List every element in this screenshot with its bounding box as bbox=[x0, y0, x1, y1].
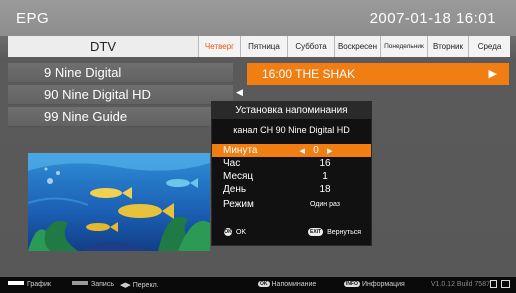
record-hint: Запись bbox=[72, 281, 114, 288]
schedule-hint: График bbox=[8, 281, 51, 288]
date-time: 2007-01-18 16:01 bbox=[369, 10, 496, 27]
tab-wednesday[interactable]: Среда bbox=[468, 36, 510, 57]
channel-preview-image bbox=[28, 153, 210, 251]
underwater-fish-image bbox=[28, 153, 210, 251]
white-key-icon bbox=[8, 281, 24, 285]
program-label: 16:00 THE SHAK bbox=[262, 67, 356, 81]
mode-label: Режим bbox=[223, 199, 254, 210]
decrement-icon[interactable]: ◀ bbox=[299, 148, 304, 155]
channel-item[interactable]: 9 Nine Digital bbox=[8, 63, 233, 83]
epg-screen: { "header": { "title": "EPG", "datetime"… bbox=[0, 0, 516, 293]
tab-sunday[interactable]: Воскресен bbox=[334, 36, 380, 57]
reminder-hint: OK Напоминание bbox=[258, 281, 317, 288]
day-value: 18 bbox=[319, 184, 331, 195]
day-row[interactable]: День 18 bbox=[212, 183, 371, 196]
channel-item[interactable]: 99 Nine Guide bbox=[8, 107, 233, 127]
dialog-channel-line: канал CH 90 Nine Digital HD bbox=[233, 125, 350, 135]
ok-button[interactable]: OK OK bbox=[224, 228, 246, 236]
exit-key-icon: EXIT bbox=[308, 228, 324, 236]
ok-label: OK bbox=[235, 229, 247, 236]
top-header: EPG 2007-01-18 16:01 bbox=[0, 0, 516, 36]
status-icons bbox=[488, 280, 510, 290]
minute-row[interactable]: Минута ◀ 0 ▶ bbox=[212, 144, 371, 157]
ok-key-icon: OK bbox=[224, 228, 232, 236]
month-label: Месяц bbox=[223, 171, 254, 182]
channel-item[interactable]: 90 Nine Digital HD bbox=[8, 85, 233, 105]
mode-row[interactable]: Режим Один раз bbox=[212, 198, 371, 211]
left-right-arrows-icon: ◀▶ bbox=[120, 282, 131, 289]
mode-value: Один раз bbox=[309, 201, 340, 208]
hour-value: 16 bbox=[319, 158, 331, 169]
reminder-dialog: Установка напоминания канал CH 90 Nine D… bbox=[211, 101, 372, 246]
lock-icon bbox=[490, 280, 498, 288]
back-label: Вернуться bbox=[327, 229, 362, 236]
tab-monday[interactable]: Понедельник bbox=[380, 36, 427, 57]
back-button[interactable]: EXIT Вернуться bbox=[308, 228, 361, 236]
month-value: 1 bbox=[322, 171, 328, 182]
minute-value: 0 bbox=[313, 145, 319, 156]
hour-label: Час bbox=[223, 158, 241, 169]
increment-icon[interactable]: ▶ bbox=[327, 148, 332, 155]
ok-key-icon: OK bbox=[258, 281, 270, 287]
tab-tuesday[interactable]: Вторник bbox=[427, 36, 468, 57]
arrow-left-icon: ◀ bbox=[236, 87, 243, 97]
page-title: EPG bbox=[16, 10, 50, 27]
program-item[interactable]: 16:00 THE SHAK ▶ bbox=[247, 63, 509, 85]
arrow-right-icon: ▶ bbox=[488, 68, 497, 80]
bottom-hint-bar: График Запись ◀▶ Перекл. OK Напоминание I… bbox=[0, 277, 516, 293]
month-row[interactable]: Месяц 1 bbox=[212, 170, 371, 183]
day-tab-row: DTV Четверг Пятница Суббота Воскресен По… bbox=[8, 36, 510, 57]
tab-saturday[interactable]: Суббота bbox=[287, 36, 334, 57]
tab-thursday[interactable]: Четверг bbox=[198, 36, 240, 57]
info-hint: INFO Информация bbox=[344, 281, 405, 288]
subtitle-icon bbox=[501, 280, 510, 288]
minute-stepper[interactable]: ◀ 0 ▶ bbox=[274, 144, 358, 158]
tab-friday[interactable]: Пятница bbox=[240, 36, 287, 57]
hour-row[interactable]: Час 16 bbox=[212, 157, 371, 170]
switch-hint: ◀▶ Перекл. bbox=[120, 282, 159, 289]
dialog-title: Установка напоминания bbox=[212, 102, 371, 119]
channel-list-header: DTV bbox=[90, 39, 116, 54]
day-label: День bbox=[223, 184, 247, 195]
gray-key-icon bbox=[72, 281, 88, 285]
info-key-icon: INFO bbox=[344, 281, 360, 287]
minute-label: Минута bbox=[223, 145, 258, 156]
version-label: V1.0.12 Build 7587 bbox=[430, 281, 490, 288]
